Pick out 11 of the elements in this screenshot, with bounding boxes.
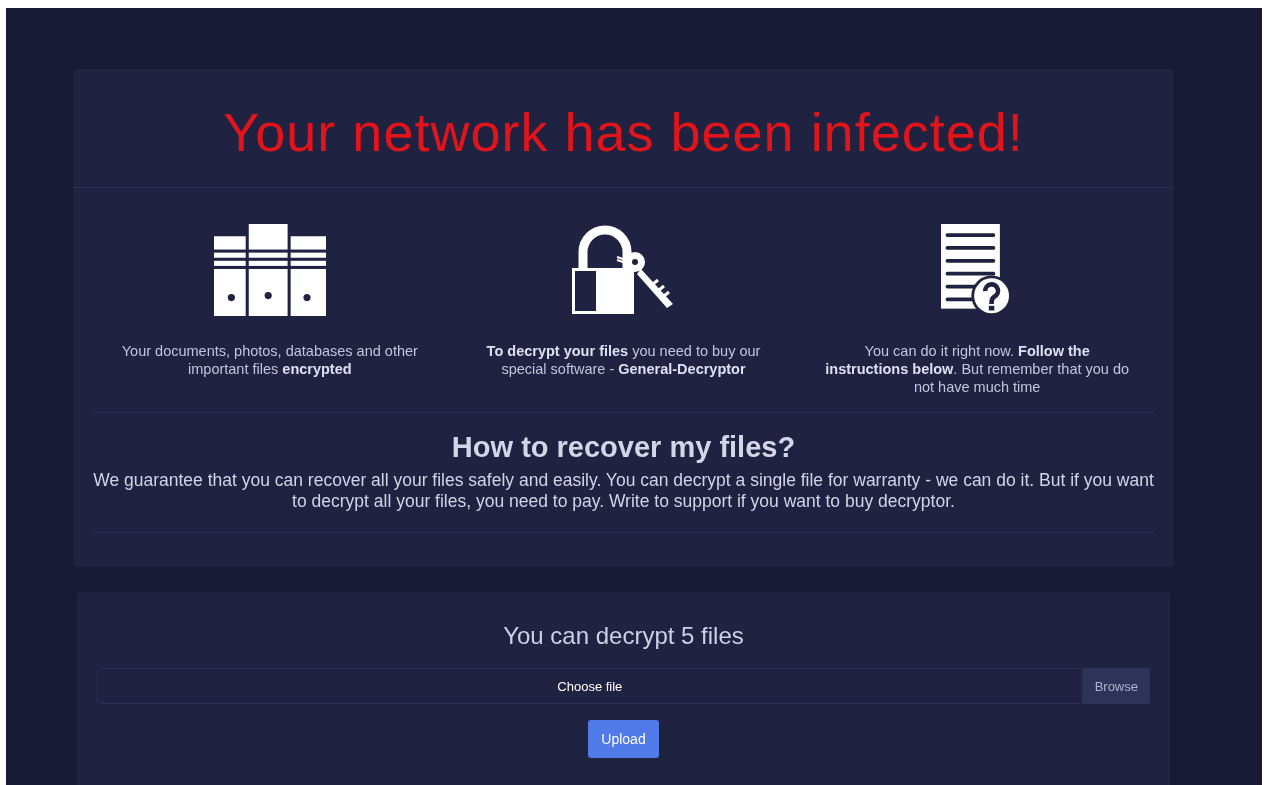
server-rack-icon — [213, 224, 327, 317]
feature-text: To decrypt your files you need to buy our special software - General-Decryptor — [485, 342, 762, 379]
feature-text: Your documents, photos, databases and other important files encrypted — [120, 342, 419, 379]
upload-button[interactable]: Upload — [588, 720, 659, 759]
browse-button[interactable]: Browse — [1082, 668, 1150, 705]
file-field[interactable]: Choose file — [97, 668, 1083, 705]
warning-title: Your network has been infected! — [222, 101, 1025, 164]
section-text: We guarantee that you can recover all your files safely and easily. You can decrypt a single file for warranty - we can do it. But if you want to decrypt all your files, you need to pay. Write to support if you want to buy decryptor. — [93, 470, 1154, 513]
section-heading: How to recover my files? — [450, 431, 797, 465]
panel-title: You can decrypt 5 files — [502, 622, 745, 651]
feature-text: You can do it right now. Follow the instructions below. But remember that you do not have much time — [824, 342, 1130, 397]
